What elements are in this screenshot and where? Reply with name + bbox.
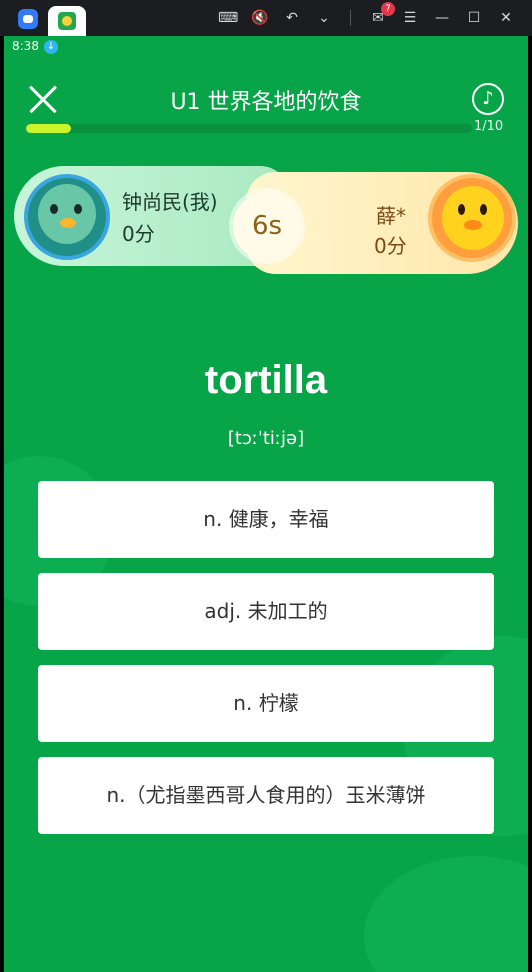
undo-icon[interactable]: ↶ (282, 8, 302, 28)
player-avatar (24, 174, 110, 260)
countdown-timer: 6s (233, 192, 301, 260)
keyboard-icon[interactable]: ⌨ (218, 8, 238, 28)
close-window-icon[interactable]: ✕ (496, 8, 516, 28)
menu-icon[interactable]: ☰ (400, 8, 420, 28)
progress-text: 1/10 (474, 119, 504, 134)
player-name: 钟尚民(我) (122, 190, 218, 214)
question-word: tortilla (204, 358, 328, 402)
mute-icon[interactable]: 🔇 (250, 8, 270, 28)
app-logo-icon[interactable] (18, 9, 38, 29)
answer-option[interactable]: n.（尤指墨西哥人食用的）玉米薄饼 (38, 757, 494, 834)
page-title: U1 世界各地的饮食 (170, 90, 362, 115)
status-bar: 8:38 ↓ (4, 36, 528, 58)
question-phonetic: [tɔːˈtiːjə] (227, 428, 305, 449)
window-titlebar: ⌨ 🔇 ↶ ⌄ ✉ 7 ☰ — ☐ ✕ (0, 0, 532, 36)
opponent-name: 薛* (376, 204, 406, 228)
answer-option[interactable]: n. 柠檬 (38, 665, 494, 742)
player-score: 0分 (122, 222, 155, 246)
battle-panel: 钟尚民(我) 0分 6s 薛* 0分 (14, 164, 518, 276)
download-icon: ↓ (44, 40, 58, 54)
progress-fill (26, 124, 71, 133)
maximize-icon[interactable]: ☐ (464, 8, 484, 28)
background-decoration (364, 856, 528, 972)
answer-option[interactable]: n. 健康，幸福 (38, 481, 494, 558)
app-tab-icon (58, 12, 76, 30)
app-screen: 8:38 ↓ U1 世界各地的饮食 ♪ 1/10 钟尚民(我) 0分 6s 薛*… (4, 36, 528, 972)
notification-badge: 7 (381, 2, 395, 16)
status-time: 8:38 (12, 39, 39, 53)
opponent-score: 0分 (374, 234, 407, 258)
titlebar-separator (350, 10, 351, 26)
opponent-avatar (428, 174, 516, 262)
app-tab[interactable] (48, 6, 86, 36)
progress-bar (26, 124, 472, 133)
music-icon[interactable]: ♪ (472, 83, 504, 115)
answer-option[interactable]: adj. 未加工的 (38, 573, 494, 650)
chevron-down-icon[interactable]: ⌄ (314, 8, 334, 28)
close-quiz-button[interactable] (28, 84, 58, 114)
minimize-icon[interactable]: — (432, 8, 452, 28)
